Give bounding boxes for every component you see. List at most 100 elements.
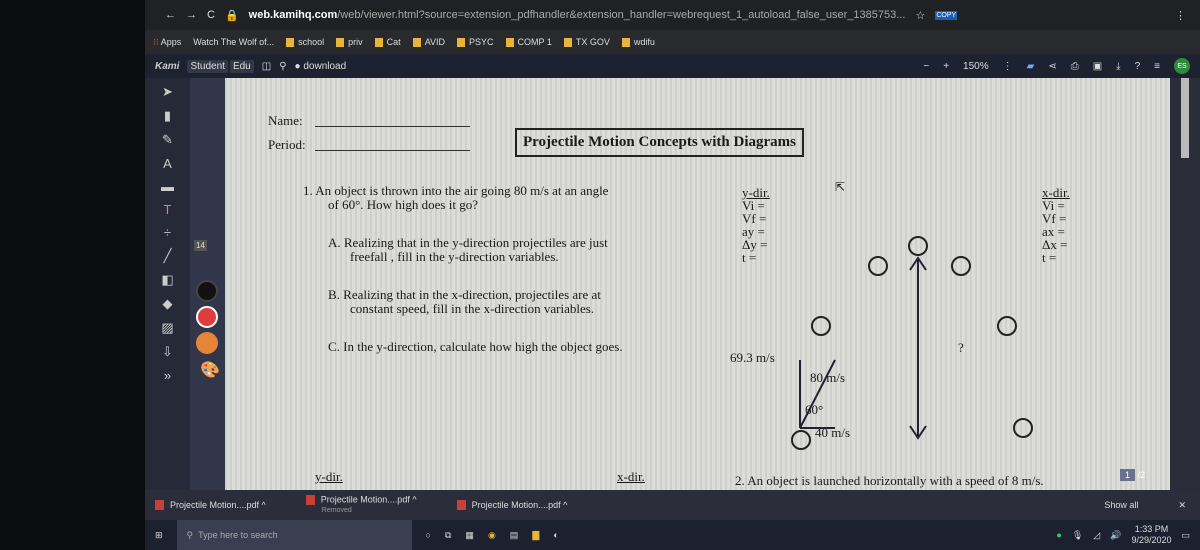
forward-icon[interactable]: → bbox=[186, 9, 197, 21]
lock-icon: 🔒 bbox=[224, 9, 239, 22]
kami-logo: Kami bbox=[155, 60, 180, 72]
download-link[interactable]: ● download bbox=[295, 61, 347, 72]
close-icon[interactable]: ✕ bbox=[1178, 500, 1200, 511]
reload-icon[interactable]: C bbox=[207, 9, 215, 21]
folder-icon bbox=[374, 38, 383, 48]
shapes-icon[interactable]: ◧ bbox=[161, 272, 173, 288]
clock[interactable]: 1:33 PM 9/29/2020 bbox=[1131, 524, 1171, 546]
image-icon[interactable]: ▨ bbox=[161, 320, 173, 336]
select-icon[interactable]: ➤ bbox=[162, 84, 173, 100]
browser-toolbar: ← → C 🔒 web.kamihq.com/web/viewer.html?s… bbox=[145, 0, 1200, 30]
page-indicator[interactable]: 1 /2 bbox=[1120, 469, 1145, 481]
app-icon[interactable]: ◐ bbox=[553, 530, 558, 540]
folder-icon bbox=[505, 38, 514, 48]
part-a: A. Realizing that in the y-direction pro… bbox=[328, 235, 608, 250]
bookmark-folder[interactable]: school bbox=[286, 37, 324, 48]
bookmark-apps[interactable]: ⁝⁝ Apps bbox=[153, 37, 181, 48]
search-icon[interactable]: ⚲ bbox=[279, 61, 286, 72]
x-dir-list: x-dir. Vi = Vf = ax = Δx = t = bbox=[1042, 186, 1070, 264]
zoom-out-button[interactable]: − bbox=[923, 61, 929, 72]
font-size-select[interactable]: 14 bbox=[194, 240, 207, 251]
pdf-page: Name: Period: Projectile Motion Concepts… bbox=[225, 78, 1170, 490]
expand-icon[interactable]: » bbox=[164, 368, 171, 383]
menu-icon[interactable]: ⋮ bbox=[1175, 9, 1200, 22]
back-icon[interactable]: ← bbox=[165, 9, 176, 21]
download-icon[interactable]: ⤓ bbox=[1116, 61, 1120, 72]
bookmark[interactable]: Watch The Wolf of... bbox=[193, 37, 274, 47]
color-swatch-black[interactable] bbox=[196, 280, 218, 302]
x-var: t = bbox=[1042, 250, 1057, 265]
save-icon[interactable]: ▣ bbox=[1093, 61, 1102, 72]
download-item[interactable]: Projectile Motion....pdf ^ Removed bbox=[305, 495, 417, 515]
more-icon[interactable]: ⋮ bbox=[1003, 61, 1013, 72]
question-2: 2. An object is launched horizontally wi… bbox=[735, 473, 1044, 488]
print-icon[interactable]: ⎙ bbox=[1071, 61, 1079, 72]
volume-icon[interactable]: 🔊 bbox=[1110, 530, 1121, 541]
vx-label: 40 m/s bbox=[815, 425, 851, 440]
bookmark-folder[interactable]: Cat bbox=[374, 37, 401, 48]
help-icon[interactable]: ? bbox=[1135, 61, 1141, 72]
kami-toolbar: Kami Student Edu ◫ ⚲ ● download − + 150%… bbox=[145, 54, 1200, 78]
bookmark-folder[interactable]: PSYC bbox=[457, 37, 494, 48]
cortana-icon[interactable]: ○ bbox=[426, 530, 431, 540]
folder-icon bbox=[457, 38, 466, 48]
bookmark-folder[interactable]: COMP 1 bbox=[505, 37, 552, 48]
comment-icon[interactable]: ▬ bbox=[161, 179, 174, 194]
chrome-icon[interactable]: ◉ bbox=[488, 530, 496, 541]
bookmark-folder[interactable]: AVID bbox=[412, 37, 445, 48]
hamburger-icon[interactable]: ≡ bbox=[1154, 61, 1160, 72]
extension-copy[interactable]: COPY bbox=[935, 10, 958, 20]
palette-icon[interactable]: 🎨 bbox=[200, 360, 220, 380]
star-icon[interactable]: ☆ bbox=[915, 9, 925, 22]
question-1: 1. An object is thrown into the air goin… bbox=[303, 183, 609, 198]
file-explorer-icon[interactable]: ▇ bbox=[532, 530, 539, 541]
notifications-icon[interactable]: ▭ bbox=[1181, 530, 1190, 541]
mic-icon[interactable]: 🎙 bbox=[1072, 530, 1083, 541]
ball bbox=[997, 316, 1017, 336]
folder-icon bbox=[286, 38, 295, 48]
eraser-icon[interactable]: ◆ bbox=[163, 296, 173, 312]
color-swatch-red[interactable] bbox=[196, 306, 218, 328]
app-icon[interactable]: ▤ bbox=[510, 530, 519, 541]
download-item[interactable]: Projectile Motion....pdf ^ bbox=[155, 500, 266, 511]
underline-icon[interactable]: A bbox=[163, 156, 172, 171]
vy-label: 69.3 m/s bbox=[730, 350, 775, 365]
share-icon[interactable]: ⋖ bbox=[1048, 61, 1056, 72]
taskbar-search[interactable]: ⚲ Type here to search bbox=[176, 520, 412, 550]
app-icon[interactable]: ▦ bbox=[465, 530, 474, 541]
windows-start-icon[interactable]: ⊞ bbox=[155, 530, 163, 541]
scrollbar[interactable] bbox=[1170, 78, 1200, 490]
wifi-icon[interactable]: ◿ bbox=[1093, 530, 1100, 541]
address-bar[interactable]: web.kamihq.com/web/viewer.html?source=ex… bbox=[249, 9, 906, 21]
show-all-button[interactable]: Show all bbox=[1104, 500, 1138, 510]
color-swatch-orange[interactable] bbox=[196, 332, 218, 354]
bookmark-folder[interactable]: priv bbox=[336, 37, 363, 48]
signature-icon[interactable]: ⇩ bbox=[162, 344, 173, 360]
task-view-icon[interactable]: ⧉ bbox=[445, 530, 451, 541]
velocity-label: 80 m/s bbox=[810, 370, 846, 385]
equation-icon[interactable]: ÷ bbox=[164, 225, 171, 240]
zoom-level[interactable]: 150% bbox=[963, 61, 989, 72]
bookmark-folder[interactable]: TX GOV bbox=[563, 37, 610, 48]
open-folder-icon[interactable]: ▰ bbox=[1027, 61, 1035, 72]
highlighter-icon[interactable]: ▮ bbox=[164, 108, 171, 124]
folder-icon bbox=[563, 38, 572, 48]
folder-icon bbox=[336, 38, 345, 48]
avatar[interactable]: ES bbox=[1174, 58, 1190, 74]
taskbar: ⊞ ⚲ Type here to search ○ ⧉ ▦ ◉ ▤ ▇ ◐ ● … bbox=[145, 520, 1200, 550]
part-b-cont: constant speed, fill in the x-direction … bbox=[350, 301, 595, 316]
badge-edu: Edu bbox=[229, 59, 254, 73]
bookmark-folder[interactable]: wdifu bbox=[621, 37, 655, 48]
zoom-in-button[interactable]: + bbox=[943, 61, 949, 72]
bottom-x-dir: x-dir. bbox=[617, 469, 645, 484]
question-1-cont: of 60°. How high does it go? bbox=[328, 197, 478, 212]
download-item[interactable]: Projectile Motion....pdf ^ bbox=[456, 500, 567, 511]
pen-icon[interactable]: ╱ bbox=[164, 248, 172, 264]
text-highlight-icon[interactable]: ✎ bbox=[162, 132, 173, 148]
system-tray: ● 🎙 ◿ 🔊 1:33 PM 9/29/2020 ▭ bbox=[1056, 524, 1200, 546]
period-line[interactable] bbox=[315, 150, 470, 151]
tray-icon[interactable]: ● bbox=[1056, 530, 1061, 540]
sidebar-toggle-icon[interactable]: ◫ bbox=[262, 61, 271, 72]
text-icon[interactable]: T bbox=[164, 202, 172, 217]
name-line[interactable] bbox=[315, 126, 470, 127]
